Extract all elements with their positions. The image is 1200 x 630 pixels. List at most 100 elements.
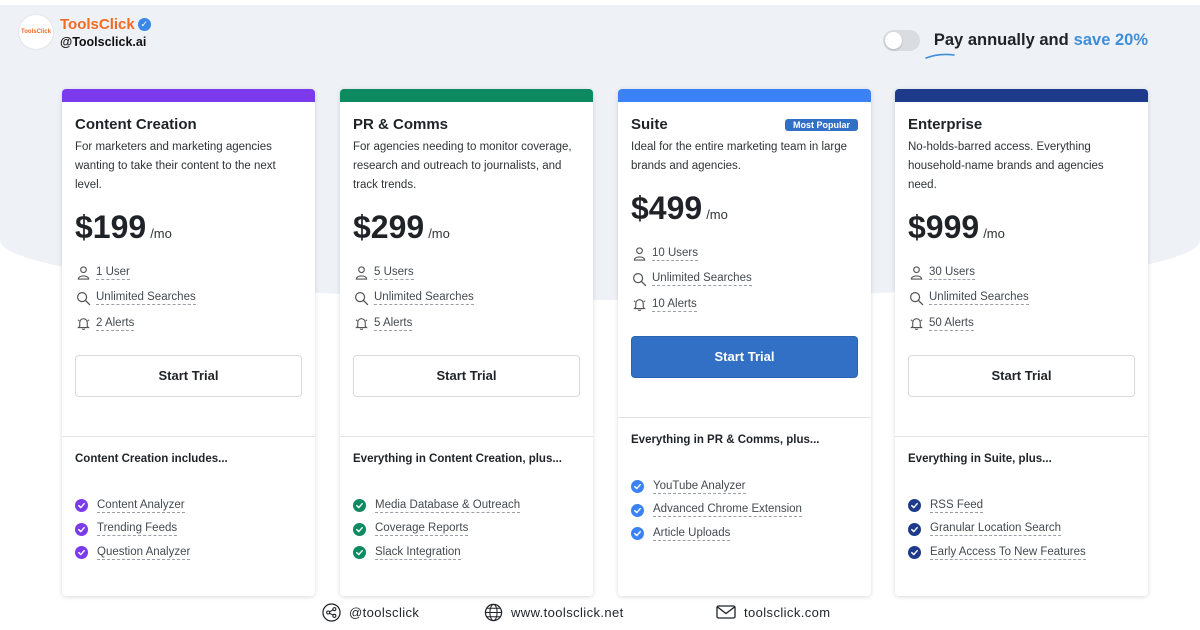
check-circle-icon xyxy=(75,522,88,536)
includes-text[interactable]: Question Analyzer xyxy=(97,546,191,560)
search-icon xyxy=(908,290,924,306)
includes-text[interactable]: Coverage Reports xyxy=(375,522,469,537)
search-icon xyxy=(75,290,91,306)
feature-text[interactable]: 5 Alerts xyxy=(374,317,413,331)
brand-name: ToolsClick xyxy=(60,15,135,33)
check-circle-icon xyxy=(353,522,366,536)
plan-period: /mo xyxy=(983,226,1005,241)
includes-item: Article Uploads xyxy=(631,522,802,546)
feature-text[interactable]: 5 Users xyxy=(374,266,414,280)
feature-text[interactable]: Unlimited Searches xyxy=(929,291,1029,306)
feature-list: 30 Users Unlimited Searches 50 Alerts xyxy=(908,260,1135,337)
includes-item: YouTube Analyzer xyxy=(631,475,802,499)
plan-title: PR & Comms xyxy=(353,116,449,133)
footer-email[interactable]: toolsclick.com xyxy=(716,602,831,622)
feature-text[interactable]: 50 Alerts xyxy=(929,317,974,331)
includes-text[interactable]: Content Analyzer xyxy=(97,499,185,513)
feature-text[interactable]: 10 Alerts xyxy=(652,298,697,312)
check-circle-icon xyxy=(631,503,644,517)
brand-handle: @Toolsclick.ai xyxy=(60,34,147,49)
feature-item: 1 User xyxy=(75,260,302,286)
plan-title: Content Creation xyxy=(75,116,197,133)
share-icon xyxy=(321,602,341,622)
bell-icon xyxy=(631,297,647,313)
bell-icon xyxy=(75,316,91,332)
search-icon xyxy=(631,271,647,287)
check-circle-icon xyxy=(75,546,88,560)
includes-item: Media Database & Outreach xyxy=(353,494,521,518)
check-circle-icon xyxy=(631,480,644,494)
includes-item: Early Access To New Features xyxy=(908,541,1086,565)
bell-icon xyxy=(908,316,924,332)
check-circle-icon xyxy=(908,499,921,513)
includes-title: Everything in PR & Comms, plus... xyxy=(631,434,820,446)
most-popular-badge: Most Popular xyxy=(784,118,858,131)
check-circle-icon xyxy=(908,522,921,536)
mail-icon xyxy=(716,602,736,622)
feature-item: Unlimited Searches xyxy=(908,286,1135,312)
card-divider xyxy=(895,436,1148,437)
top-strip xyxy=(0,0,1200,5)
toggle-knob xyxy=(884,32,902,49)
includes-item: Coverage Reports xyxy=(353,518,520,542)
brand-logo: ToolsClick xyxy=(18,14,54,50)
includes-text[interactable]: Media Database & Outreach xyxy=(375,499,521,513)
plan-price: $299 xyxy=(353,209,425,245)
plan-price: $499 xyxy=(631,190,703,226)
feature-item: 50 Alerts xyxy=(908,311,1135,337)
price-row: $499 /mo xyxy=(631,190,858,227)
feature-text[interactable]: Unlimited Searches xyxy=(652,272,752,287)
plan-title: Enterprise xyxy=(908,116,983,133)
feature-list: 5 Users Unlimited Searches 5 Alerts xyxy=(353,260,580,337)
includes-text[interactable]: Advanced Chrome Extension xyxy=(653,503,802,518)
start-trial-button[interactable]: Start Trial xyxy=(908,354,1135,397)
footer-social-text: @toolsclick xyxy=(349,604,420,620)
includes-text[interactable]: YouTube Analyzer xyxy=(653,480,746,494)
feature-text[interactable]: 30 Users xyxy=(929,266,976,280)
plan-card-enterprise: Enterprise No-holds-barred access. Every… xyxy=(895,89,1148,596)
feature-text[interactable]: 10 Users xyxy=(652,247,699,261)
includes-text[interactable]: Early Access To New Features xyxy=(930,546,1086,560)
plan-description: No-holds-barred access. Everything house… xyxy=(908,141,1104,191)
plan-period: /mo xyxy=(706,207,728,222)
feature-list: 10 Users Unlimited Searches 10 Alerts xyxy=(631,241,858,318)
plan-accent-bar xyxy=(62,89,315,102)
start-trial-button[interactable]: Start Trial xyxy=(353,354,580,397)
plan-price: $999 xyxy=(908,209,980,245)
bell-icon xyxy=(353,316,369,332)
check-circle-icon xyxy=(353,546,366,560)
user-icon xyxy=(631,246,647,262)
save-text: save 20% xyxy=(1073,31,1148,49)
footer-social[interactable]: @toolsclick xyxy=(321,602,419,622)
includes-text[interactable]: Trending Feeds xyxy=(97,522,178,537)
brand: ToolsClick ToolsClick ✓ @Toolsclick.ai xyxy=(18,14,151,50)
search-icon xyxy=(353,290,369,306)
includes-item: Question Analyzer xyxy=(75,541,191,565)
includes-item: Trending Feeds xyxy=(75,518,190,542)
feature-text[interactable]: Unlimited Searches xyxy=(374,291,474,306)
includes-text[interactable]: Slack Integration xyxy=(375,546,461,560)
includes-text[interactable]: Granular Location Search xyxy=(930,522,1062,537)
underline-swoosh-icon xyxy=(925,53,955,59)
feature-text[interactable]: 2 Alerts xyxy=(96,317,135,331)
feature-item: 30 Users xyxy=(908,260,1135,286)
card-divider xyxy=(62,436,315,437)
footer-email-text: toolsclick.com xyxy=(744,604,831,620)
includes-list: RSS Feed Granular Location Search Early … xyxy=(908,494,1086,565)
annual-billing-toggle[interactable] xyxy=(882,30,920,51)
feature-text[interactable]: Unlimited Searches xyxy=(96,291,196,306)
footer-website[interactable]: www.toolsclick.net xyxy=(483,602,624,622)
globe-icon xyxy=(483,602,503,622)
plan-period: /mo xyxy=(150,226,172,241)
plan-price: $199 xyxy=(75,209,147,245)
feature-item: Unlimited Searches xyxy=(631,267,858,293)
feature-text[interactable]: 1 User xyxy=(96,266,130,280)
user-icon xyxy=(353,265,369,281)
includes-text[interactable]: Article Uploads xyxy=(653,527,731,541)
includes-item: Granular Location Search xyxy=(908,518,1086,542)
billing-toggle-row: Pay annually and save 20% xyxy=(882,30,1148,59)
price-row: $199 /mo xyxy=(75,209,302,246)
start-trial-button[interactable]: Start Trial xyxy=(631,335,858,378)
includes-text[interactable]: RSS Feed xyxy=(930,499,984,513)
start-trial-button[interactable]: Start Trial xyxy=(75,354,302,397)
